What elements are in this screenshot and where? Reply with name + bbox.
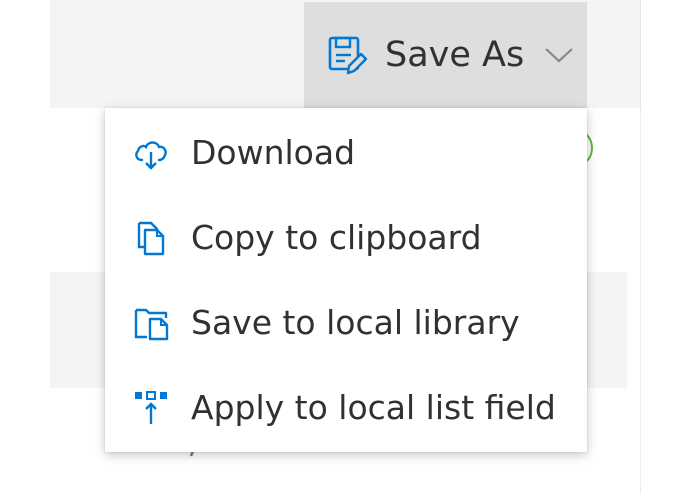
save-to-library-icon [131, 303, 171, 343]
save-edit-icon [324, 32, 370, 78]
menu-item-label: Apply to local list field [191, 388, 556, 427]
menu-item-apply-to-local-list-field[interactable]: Apply to local list field [105, 365, 587, 450]
save-as-dropdown-menu: Download Copy to clipboard Save to local… [105, 108, 587, 452]
copy-icon [131, 218, 171, 258]
menu-item-label: Save to local library [191, 303, 520, 342]
pane-divider [640, 108, 641, 494]
menu-item-copy-to-clipboard[interactable]: Copy to clipboard [105, 195, 587, 280]
save-as-label: Save As [385, 35, 525, 75]
menu-item-label: Copy to clipboard [191, 218, 482, 257]
chevron-down-icon [542, 43, 576, 67]
save-as-button[interactable]: Save As [304, 2, 587, 108]
apply-to-field-icon [131, 388, 171, 428]
menu-item-download[interactable]: Download [105, 110, 587, 195]
cloud-download-icon [131, 133, 171, 173]
menu-item-save-to-local-library[interactable]: Save to local library [105, 280, 587, 365]
menu-item-label: Download [191, 133, 356, 172]
